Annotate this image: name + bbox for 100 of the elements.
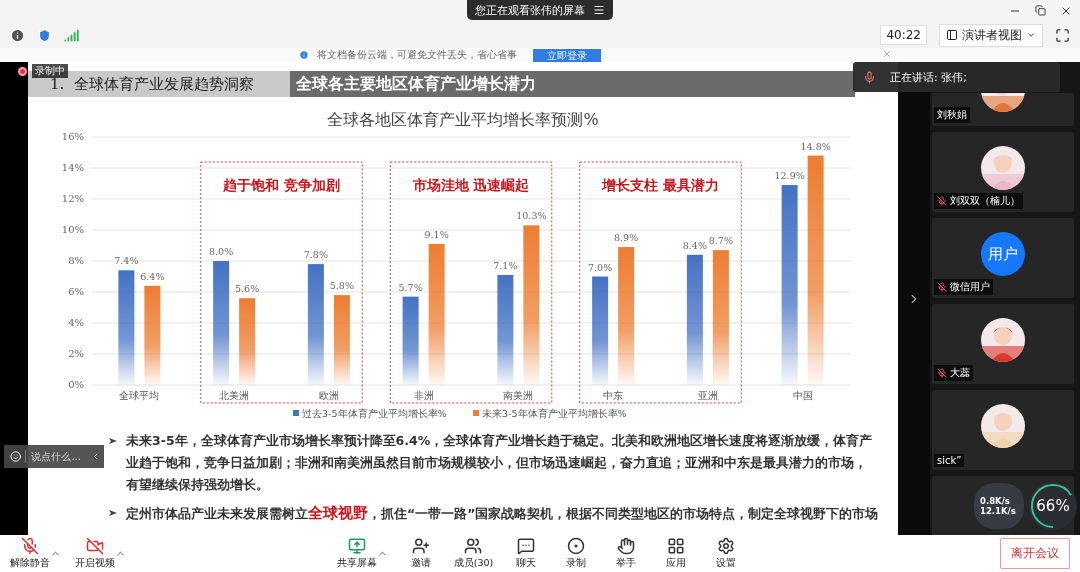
axis-tick-label: 0% bbox=[68, 379, 84, 390]
axis-tick-label: 6% bbox=[68, 286, 84, 297]
toast-text: 正在讲话: 张伟; bbox=[890, 69, 967, 85]
settings-icon bbox=[717, 537, 736, 555]
value-label: 7.8% bbox=[303, 249, 328, 261]
value-label: 8.0% bbox=[209, 246, 234, 257]
emoji-icon[interactable] bbox=[10, 450, 22, 463]
value-label: 7.4% bbox=[114, 255, 139, 267]
participant-name: sick” bbox=[937, 455, 962, 466]
participant-tile[interactable]: 用户 微信用户 bbox=[932, 218, 1074, 298]
participant-name: 刘秋娟 bbox=[937, 108, 967, 122]
value-label: 5.8% bbox=[329, 280, 354, 292]
participant-tile[interactable]: sick” bbox=[932, 390, 1074, 470]
mic-button[interactable]: 解除静音 bbox=[10, 537, 50, 570]
share-button[interactable]: 共享屏幕 bbox=[336, 537, 377, 570]
restore-icon[interactable] bbox=[1035, 5, 1046, 16]
close-icon[interactable] bbox=[1060, 5, 1072, 17]
axis-tick-label: 16% bbox=[61, 131, 84, 142]
value-label: 7.1% bbox=[493, 259, 518, 271]
bullet-arrow-icon bbox=[108, 436, 118, 446]
bullet-paragraph: 定州市体品产业未来发展需树立全球视野，抓住“一带一路”国家战略契机，根据不同类型地区的市场特点，制定全球视野下的市场 bbox=[126, 503, 879, 524]
value-label: 8.7% bbox=[708, 235, 733, 247]
leave-meeting-button[interactable]: 离开会议 bbox=[1000, 538, 1070, 569]
chart-title: 全球各地区体育产业平均增长率预测% bbox=[327, 110, 599, 129]
camera-off-icon bbox=[86, 537, 104, 555]
category-label: 北美洲 bbox=[219, 390, 250, 401]
axis-tick-label: 14% bbox=[61, 162, 84, 173]
category-label: 非洲 bbox=[413, 390, 434, 401]
chat-bar[interactable]: 说点什么... bbox=[4, 445, 104, 468]
participant-name: 大蕊 bbox=[950, 366, 970, 380]
cpu-reading: 66% bbox=[1036, 497, 1070, 515]
add-person-icon bbox=[411, 537, 430, 555]
banner-text: 您正在观看张伟的屏幕 bbox=[475, 2, 585, 18]
category-label: 南美洲 bbox=[503, 390, 534, 401]
value-label: 14.8% bbox=[800, 140, 831, 152]
settings-button[interactable]: 设置 bbox=[709, 537, 744, 570]
login-button[interactable]: 立即登录 bbox=[533, 48, 601, 62]
slide-title: 全球各主要地区体育产业增长潜力 bbox=[290, 71, 855, 97]
shield-icon[interactable] bbox=[37, 27, 52, 43]
legend-label: 过去3-5年体育产业平均增长率% bbox=[302, 408, 447, 419]
legend-swatch bbox=[293, 410, 299, 416]
category-label: 全球平均 bbox=[119, 390, 160, 401]
value-label: 10.3% bbox=[516, 210, 547, 222]
recording-dot bbox=[18, 66, 27, 76]
screen-share-icon bbox=[347, 537, 366, 555]
category-label: 中东 bbox=[603, 390, 624, 401]
category-label: 欧洲 bbox=[318, 390, 339, 401]
caret-icon bbox=[1026, 30, 1036, 40]
avatar: 用户 bbox=[981, 232, 1025, 276]
group-label: 增长支柱 最具潜力 bbox=[602, 177, 719, 193]
participant-name: 刘双双（楠儿） bbox=[950, 194, 1020, 208]
legend-swatch bbox=[473, 410, 479, 416]
hand-button[interactable]: 举手 bbox=[609, 537, 644, 570]
fullscreen-icon[interactable] bbox=[1055, 27, 1070, 43]
view-mode-button[interactable]: 演讲者视图 bbox=[939, 23, 1043, 47]
value-label: 8.4% bbox=[682, 239, 707, 251]
value-label: 7.0% bbox=[588, 261, 613, 273]
microphone-icon bbox=[863, 70, 876, 84]
members-button[interactable]: 成员(30) bbox=[453, 537, 494, 570]
layout-icon bbox=[946, 29, 958, 41]
apps-button[interactable]: 应用 bbox=[659, 537, 694, 570]
value-label: 8.9% bbox=[614, 232, 639, 244]
grid-icon bbox=[667, 537, 686, 555]
download-speed: 12.1K/s bbox=[980, 506, 1017, 516]
participant-tile[interactable]: 刘双双（楠儿） bbox=[932, 132, 1074, 212]
axis-tick-label: 12% bbox=[61, 193, 84, 204]
value-label: 12.9% bbox=[774, 170, 805, 182]
info-icon[interactable] bbox=[10, 27, 25, 43]
invite-button[interactable]: 邀请 bbox=[403, 537, 438, 570]
chat-icon bbox=[517, 537, 536, 555]
record-icon bbox=[567, 537, 586, 555]
meeting-timer: 40:22 bbox=[880, 25, 927, 45]
people-icon bbox=[464, 537, 483, 555]
group-label: 市场洼地 迅速崛起 bbox=[412, 177, 530, 193]
value-label: 5.7% bbox=[398, 281, 423, 293]
category-label: 亚洲 bbox=[697, 390, 718, 401]
recording-label: 录制中 bbox=[32, 64, 68, 78]
axis-tick-label: 4% bbox=[68, 317, 84, 328]
microphone-off-icon bbox=[21, 537, 39, 555]
upload-speed: 0.8K/s bbox=[980, 496, 1011, 506]
value-label: 9.1% bbox=[424, 228, 449, 240]
value-label: 5.6% bbox=[235, 283, 260, 295]
axis-tick-label: 8% bbox=[68, 255, 84, 266]
chat-input-field[interactable]: 说点什么... bbox=[25, 450, 88, 463]
video-button[interactable]: 开启视频 bbox=[75, 537, 115, 570]
participant-tile[interactable]: 大蕊 bbox=[932, 304, 1074, 384]
chat-button[interactable]: 聊天 bbox=[509, 537, 544, 570]
record-button[interactable]: 录制 bbox=[559, 537, 594, 570]
axis-tick-label: 10% bbox=[61, 224, 84, 235]
menu-icon[interactable] bbox=[593, 4, 605, 16]
bullet-paragraph: 未来3-5年，全球体育产业市场增长率预计降至6.4%，全球体育产业增长趋于稳定。北美和欧洲地区增长速度将逐渐放缓，体育产业趋于饱和，竞争日益加剧；非洲和南美洲虽然目前市场规模较小，但市场迅速崛起，奋力直追；亚洲和中东是最具潜力的市场，有望继续保持强劲增长。 bbox=[126, 432, 874, 494]
bullet-arrow-icon bbox=[108, 508, 118, 518]
hand-icon bbox=[617, 537, 636, 555]
group-label: 趋于饱和 竞争加剧 bbox=[223, 177, 340, 193]
gauge-ring bbox=[1029, 482, 1077, 530]
value-label: 6.4% bbox=[140, 270, 165, 282]
legend-label: 未来3-5年体育产业平均增长率% bbox=[482, 408, 627, 419]
category-label: 中国 bbox=[792, 390, 813, 401]
participant-name: 微信用户 bbox=[950, 280, 990, 294]
participant-tile[interactable]: 刘秋娟 bbox=[932, 93, 1074, 126]
